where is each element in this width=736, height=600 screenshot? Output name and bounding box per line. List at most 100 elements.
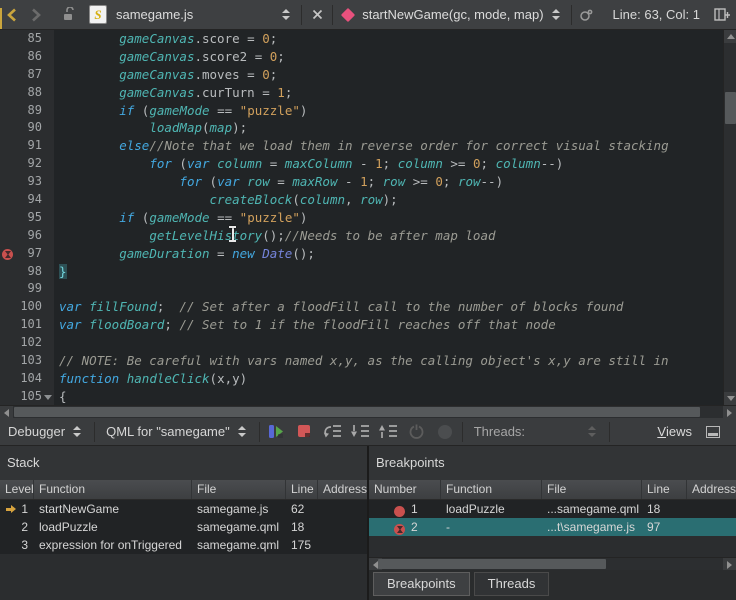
column-header[interactable]: Line xyxy=(642,480,687,499)
stack-row[interactable]: 2loadPuzzlesamegame.qml18 xyxy=(0,518,367,536)
code-line[interactable]: if (gameMode == "puzzle") xyxy=(54,102,723,120)
tab-breakpoints[interactable]: Breakpoints xyxy=(373,572,470,596)
continue-button[interactable] xyxy=(263,420,291,444)
panel-layout-icon[interactable] xyxy=(706,426,720,438)
code-line[interactable]: gameCanvas.score2 = 0; xyxy=(54,48,723,66)
breakpoints-horizontal-scrollbar[interactable] xyxy=(369,557,736,570)
scroll-down-button[interactable] xyxy=(724,392,736,405)
threads-select[interactable]: Threads: xyxy=(466,420,606,444)
open-file-name[interactable]: samegame.js xyxy=(116,7,193,22)
step-out-button[interactable] xyxy=(375,420,403,444)
step-over-button[interactable] xyxy=(319,420,347,444)
line-number[interactable]: 92 xyxy=(0,155,54,173)
code-line[interactable] xyxy=(54,280,723,298)
line-number[interactable]: 93 xyxy=(0,173,54,191)
scroll-up-button[interactable] xyxy=(724,30,736,43)
file-dropdown-arrows[interactable] xyxy=(282,9,290,20)
column-header[interactable]: File xyxy=(192,480,286,499)
stop-button[interactable] xyxy=(291,420,319,444)
debug-target-select[interactable]: QML for "samegame" xyxy=(98,420,256,444)
line-number[interactable]: 98 xyxy=(0,263,54,281)
code-line[interactable]: createBlock(column, row); xyxy=(54,191,723,209)
stack-level-cell: 3 xyxy=(0,536,34,554)
code-line[interactable] xyxy=(54,334,723,352)
code-line[interactable]: for (var row = maxRow - 1; row >= 0; row… xyxy=(54,173,723,191)
horizontal-scroll-handle[interactable] xyxy=(378,559,606,569)
editor-horizontal-scrollbar[interactable] xyxy=(0,405,736,418)
code-line[interactable]: var floodBoard; // Set to 1 if the flood… xyxy=(54,316,723,334)
column-header[interactable]: Address xyxy=(687,480,736,499)
split-editor-button[interactable] xyxy=(710,3,734,27)
line-number[interactable]: 96 xyxy=(0,227,54,245)
cursor-position[interactable]: Line: 63, Col: 1 xyxy=(613,7,700,22)
stack-column-headers[interactable]: LevelFunctionFileLineAddress xyxy=(0,480,367,500)
current-symbol[interactable]: startNewGame(gc, mode, map) xyxy=(362,7,543,22)
forward-button[interactable] xyxy=(24,3,48,27)
column-header[interactable]: Address xyxy=(318,480,367,499)
record-button[interactable] xyxy=(431,420,459,444)
vertical-scroll-handle[interactable] xyxy=(725,92,736,124)
line-number[interactable]: 86 xyxy=(0,48,54,66)
editor-gutter[interactable]: 8586878889909192939495969798991001011021… xyxy=(0,30,54,405)
code-line[interactable]: function handleClick(x,y) xyxy=(54,370,723,388)
line-number[interactable]: 101 xyxy=(0,316,54,334)
line-number[interactable]: 89 xyxy=(0,102,54,120)
breakpoint-row[interactable]: 2-...t\samegame.js97 xyxy=(369,518,736,536)
restart-button[interactable] xyxy=(403,420,431,444)
code-line[interactable]: gameCanvas.score = 0; xyxy=(54,30,723,48)
column-header[interactable]: Function xyxy=(441,480,542,499)
code-line[interactable]: gameDuration = new Date(); xyxy=(54,245,723,263)
code-line[interactable]: getLevelHistory();//Needs to be after ma… xyxy=(54,227,723,245)
column-header[interactable]: Function xyxy=(34,480,192,499)
code-line[interactable]: gameCanvas.moves = 0; xyxy=(54,66,723,84)
fold-marker-icon[interactable] xyxy=(44,395,52,400)
breakpoint-row[interactable]: 1loadPuzzle...samegame.qml18 xyxy=(369,500,736,518)
line-number[interactable]: 95 xyxy=(0,209,54,227)
line-number[interactable]: 99 xyxy=(0,280,54,298)
breakpoints-column-headers[interactable]: NumberFunctionFileLineAddress xyxy=(369,480,736,500)
horizontal-scroll-handle[interactable] xyxy=(14,407,700,417)
code-line[interactable]: loadMap(map); xyxy=(54,119,723,137)
code-line[interactable]: gameCanvas.curTurn = 1; xyxy=(54,84,723,102)
line-number[interactable]: 105 xyxy=(0,388,54,405)
editor-code-area[interactable]: gameCanvas.score = 0; gameCanvas.score2 … xyxy=(54,30,723,405)
code-editor[interactable]: 8586878889909192939495969798991001011021… xyxy=(0,30,736,405)
code-line[interactable]: { xyxy=(54,388,723,405)
code-token: handleClick xyxy=(127,371,210,386)
line-number[interactable]: 87 xyxy=(0,66,54,84)
line-number[interactable]: 94 xyxy=(0,191,54,209)
tab-threads[interactable]: Threads xyxy=(474,572,550,596)
column-header[interactable]: Line xyxy=(286,480,318,499)
line-number[interactable]: 88 xyxy=(0,84,54,102)
column-header[interactable]: Number xyxy=(369,480,441,499)
line-number[interactable]: 90 xyxy=(0,119,54,137)
lock-button[interactable] xyxy=(56,3,80,27)
line-number[interactable]: 91 xyxy=(0,137,54,155)
line-number[interactable]: 103 xyxy=(0,352,54,370)
line-number[interactable]: 100 xyxy=(0,298,54,316)
line-number[interactable]: 97 xyxy=(0,245,54,263)
code-line[interactable]: for (var column = maxColumn - 1; column … xyxy=(54,155,723,173)
code-token: row xyxy=(383,174,406,189)
editor-vertical-scrollbar[interactable] xyxy=(723,30,736,405)
symbol-dropdown-arrows[interactable] xyxy=(552,9,560,20)
line-number[interactable]: 102 xyxy=(0,334,54,352)
code-token: if xyxy=(119,103,134,118)
step-into-button[interactable] xyxy=(347,420,375,444)
macro-button[interactable] xyxy=(575,3,599,27)
column-header[interactable]: Level xyxy=(0,480,34,499)
stack-row[interactable]: 3expression for onTriggeredsamegame.qml1… xyxy=(0,536,367,554)
column-header[interactable]: File xyxy=(542,480,642,499)
line-number[interactable]: 104 xyxy=(0,370,54,388)
code-line[interactable]: var fillFound; // Set after a floodFill … xyxy=(54,298,723,316)
debugger-mode-select[interactable]: Debugger xyxy=(0,420,91,444)
code-line[interactable]: else//Note that we load them in reverse … xyxy=(54,137,723,155)
stack-row[interactable]: 1startNewGamesamegame.js62 xyxy=(0,500,367,518)
code-line[interactable]: // NOTE: Be careful with vars named x,y,… xyxy=(54,352,723,370)
code-line[interactable]: } xyxy=(54,263,723,281)
close-document-button[interactable] xyxy=(305,3,329,27)
line-number[interactable]: 85 xyxy=(0,30,54,48)
views-menu-button[interactable]: Views xyxy=(651,424,736,439)
code-line[interactable]: if (gameMode == "puzzle") xyxy=(54,209,723,227)
back-button[interactable] xyxy=(0,3,24,27)
